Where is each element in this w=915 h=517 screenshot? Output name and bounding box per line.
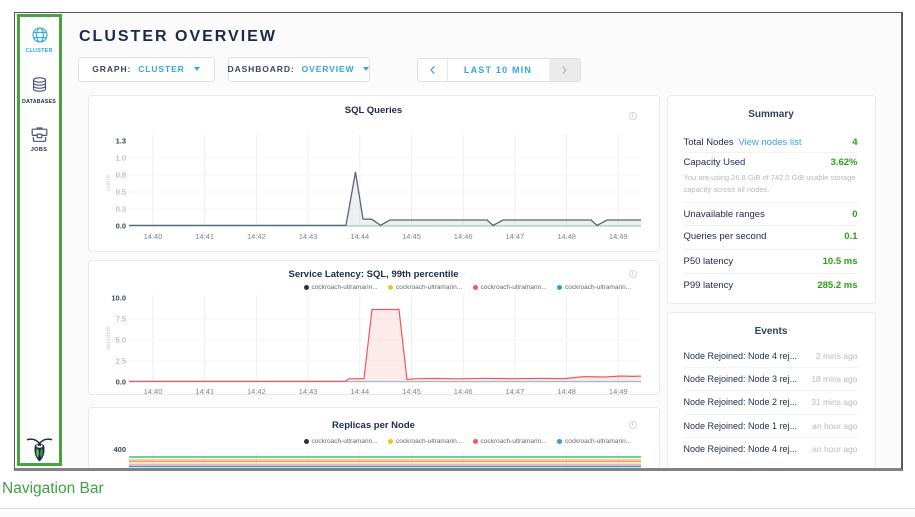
svg-text:14:43: 14:43 <box>298 387 317 396</box>
svg-text:1.0: 1.0 <box>115 153 125 162</box>
svg-text:14:45: 14:45 <box>402 232 421 241</box>
svg-text:400: 400 <box>113 445 126 454</box>
svg-text:14:45: 14:45 <box>402 387 421 396</box>
svg-text:14:49: 14:49 <box>608 387 627 396</box>
svg-text:count: count <box>105 174 112 190</box>
svg-text:5.0: 5.0 <box>115 335 125 344</box>
svg-text:14:41: 14:41 <box>195 232 214 241</box>
svg-text:0.3: 0.3 <box>115 204 125 213</box>
svg-text:14:42: 14:42 <box>247 232 266 241</box>
svg-text:14:41: 14:41 <box>195 387 214 396</box>
svg-text:7.5: 7.5 <box>115 314 125 323</box>
svg-text:14:44: 14:44 <box>350 232 369 241</box>
svg-text:14:48: 14:48 <box>557 232 576 241</box>
svg-text:1.3: 1.3 <box>115 136 125 145</box>
svg-text:0.5: 0.5 <box>115 187 125 196</box>
svg-text:14:48: 14:48 <box>557 387 576 396</box>
svg-text:0.0: 0.0 <box>115 377 125 386</box>
svg-text:14:43: 14:43 <box>298 232 317 241</box>
svg-text:14:49: 14:49 <box>608 232 627 241</box>
svg-text:14:42: 14:42 <box>247 387 266 396</box>
svg-text:14:46: 14:46 <box>453 387 472 396</box>
svg-text:0.0: 0.0 <box>115 221 125 230</box>
svg-text:14:40: 14:40 <box>143 232 162 241</box>
svg-text:0.8: 0.8 <box>115 170 125 179</box>
svg-text:14:47: 14:47 <box>505 232 524 241</box>
svg-text:2.5: 2.5 <box>115 356 125 365</box>
svg-text:10.0: 10.0 <box>111 293 126 302</box>
svg-text:14:44: 14:44 <box>350 387 369 396</box>
svg-text:14:46: 14:46 <box>453 232 472 241</box>
svg-text:14:40: 14:40 <box>143 387 162 396</box>
svg-text:14:47: 14:47 <box>505 387 524 396</box>
svg-text:seconds: seconds <box>105 325 112 350</box>
